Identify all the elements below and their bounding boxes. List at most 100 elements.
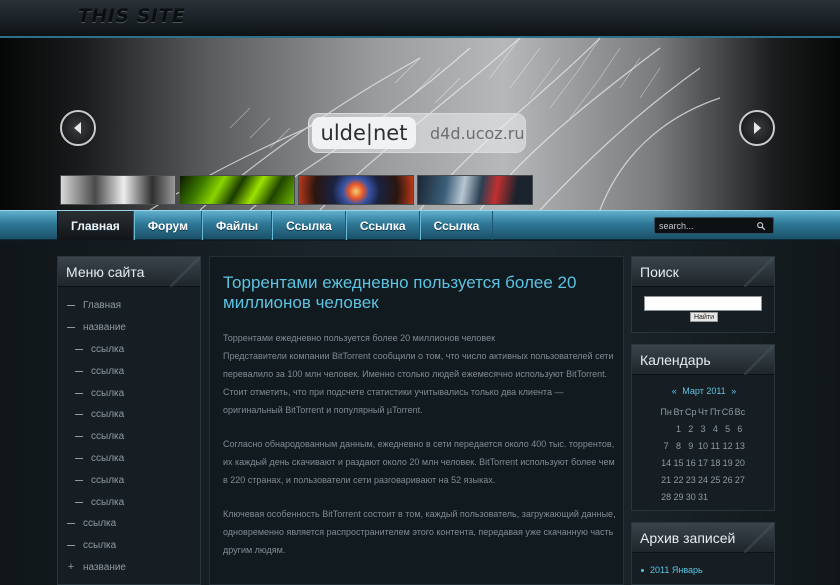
menu-item[interactable]: ссылка	[58, 535, 200, 557]
calendar-weekday: Пт	[710, 407, 721, 417]
slider-prev-button[interactable]	[60, 110, 96, 146]
calendar-day: 15	[673, 458, 684, 468]
calendar-day: 27	[734, 475, 745, 485]
menu-item[interactable]: ссылка	[58, 426, 200, 448]
calendar-weekday: Вс	[734, 407, 746, 417]
dash-icon	[67, 327, 75, 329]
calendar-month[interactable]: Март 2011	[682, 386, 725, 396]
calendar-day	[660, 421, 672, 438]
slider-thumbnails	[60, 175, 533, 205]
calendar-next-link[interactable]: »	[731, 386, 736, 396]
calendar-weekday: Пн	[660, 407, 672, 417]
dash-icon	[67, 545, 75, 547]
calendar-panel: Календарь « Март 2011 » Пн Вт Ср Чт Пт Сб Вс 1 2…	[631, 344, 775, 511]
dash-icon	[75, 370, 83, 372]
nav-item-link-3[interactable]: Ссылка	[419, 211, 494, 240]
calendar-day: 26	[722, 475, 733, 485]
dash-icon	[75, 348, 83, 350]
top-bar: THIS SITE	[0, 0, 840, 38]
slider-thumb-2[interactable]	[179, 175, 295, 205]
menu-item[interactable]: ссылка	[58, 491, 200, 513]
nav-item-forum[interactable]: Форум	[133, 211, 202, 240]
calendar-day: 18	[710, 458, 721, 468]
calendar-weekday: Вт	[673, 407, 684, 417]
menu-item[interactable]: Главная	[58, 295, 200, 317]
banner-slider: ulde|net d4d.ucoz.ru	[0, 38, 840, 210]
site-menu-panel: Меню сайта Главная название ссылка ссылк…	[57, 256, 201, 585]
article-title[interactable]: Торрентами ежедневно пользуется более 20…	[223, 273, 618, 313]
logo-url-text: d4d.ucoz.ru	[430, 123, 525, 143]
calendar-day: 10	[698, 441, 709, 451]
dash-icon	[67, 305, 75, 307]
calendar-day: 29	[673, 492, 684, 502]
nav-item-home[interactable]: Главная	[57, 211, 134, 240]
calendar-month-header: « Март 2011 »	[632, 386, 776, 396]
archive-item[interactable]: 2011 Январь	[641, 565, 703, 575]
sidebar-search-input[interactable]	[644, 296, 762, 311]
slider-thumb-3[interactable]	[298, 175, 414, 205]
logo-main-text: ulde|net	[312, 117, 416, 149]
main-nav: Главная Форум Файлы Ссылка Ссылка Ссылка	[0, 210, 840, 240]
slider-next-button[interactable]	[739, 110, 775, 146]
search-icon[interactable]	[755, 220, 767, 232]
slider-thumb-1[interactable]	[60, 175, 176, 205]
calendar-grid: Пн Вт Ср Чт Пт Сб Вс 1 2 3 4 5 6 7 8 9 10 11 12 13 14 15 16 17 1…	[660, 404, 746, 506]
calendar-day: 25	[710, 475, 721, 485]
nav-item-files[interactable]: Файлы	[201, 211, 273, 240]
calendar-day: 31	[698, 492, 709, 502]
dash-icon	[75, 392, 83, 394]
banner-logo: ulde|net d4d.ucoz.ru	[308, 113, 526, 153]
menu-item[interactable]: ссылка	[58, 448, 200, 470]
calendar-day: 16	[685, 458, 696, 468]
calendar-day: 7	[663, 441, 669, 451]
menu-item[interactable]: ссылка	[58, 339, 200, 361]
article-paragraph: Торрентами ежедневно пользуется более 20…	[223, 333, 614, 415]
archive-panel: Архив записей 2011 Январь	[631, 522, 775, 585]
sidebar-search-button[interactable]: Найти	[690, 312, 718, 322]
menu-item[interactable]: ссылка	[58, 513, 200, 535]
calendar-day: 17	[698, 458, 709, 468]
search-panel: Поиск Найти	[631, 256, 775, 333]
article-paragraph: Согласно обнародованным данным, ежедневн…	[223, 439, 615, 485]
arrow-right-icon	[754, 122, 761, 134]
calendar-day: 9	[688, 441, 694, 451]
archive-title: Архив записей	[632, 523, 774, 553]
nav-item-link-1[interactable]: Ссылка	[272, 211, 346, 240]
calendar-day: 11	[710, 441, 720, 451]
menu-item[interactable]: ссылка	[58, 469, 200, 491]
calendar-day: 14	[661, 458, 672, 468]
dash-icon	[75, 436, 83, 438]
calendar-day: 28	[661, 492, 672, 502]
menu-item[interactable]: + название	[58, 557, 200, 579]
bullet-icon	[641, 568, 644, 572]
dash-icon	[75, 414, 83, 416]
site-menu-list: Главная название ссылка ссылка ссылка сс…	[58, 287, 200, 578]
article-panel: Торрентами ежедневно пользуется более 20…	[209, 256, 624, 585]
dash-icon	[75, 479, 83, 481]
slider-thumb-4[interactable]	[417, 175, 533, 205]
calendar-weekday: Ср	[684, 407, 697, 417]
nav-item-link-2[interactable]: Ссылка	[345, 211, 420, 240]
search-panel-title: Поиск	[632, 257, 774, 287]
calendar-day: 8	[675, 441, 681, 451]
calendar-weekday: Сб	[721, 407, 734, 417]
nav-search-input[interactable]	[655, 218, 755, 233]
menu-item[interactable]: ссылка	[58, 404, 200, 426]
calendar-day: 30	[685, 492, 696, 502]
menu-item[interactable]: ссылка	[58, 382, 200, 404]
calendar-day	[721, 489, 733, 506]
calendar-day: 5	[725, 424, 731, 434]
calendar-day: 22	[673, 475, 684, 485]
menu-item[interactable]: ссылка	[58, 360, 200, 382]
menu-item[interactable]: название	[58, 317, 200, 339]
calendar-prev-link[interactable]: «	[672, 386, 677, 396]
plus-icon: +	[67, 561, 75, 574]
calendar-day: 4	[712, 424, 718, 434]
dash-icon	[67, 523, 75, 525]
arrow-left-icon	[74, 122, 81, 134]
calendar-title: Календарь	[632, 345, 774, 375]
calendar-day: 24	[698, 475, 709, 485]
dash-icon	[75, 501, 83, 503]
article-body: Торрентами ежедневно пользуется более 20…	[223, 329, 618, 575]
site-title[interactable]: THIS SITE	[78, 5, 185, 27]
